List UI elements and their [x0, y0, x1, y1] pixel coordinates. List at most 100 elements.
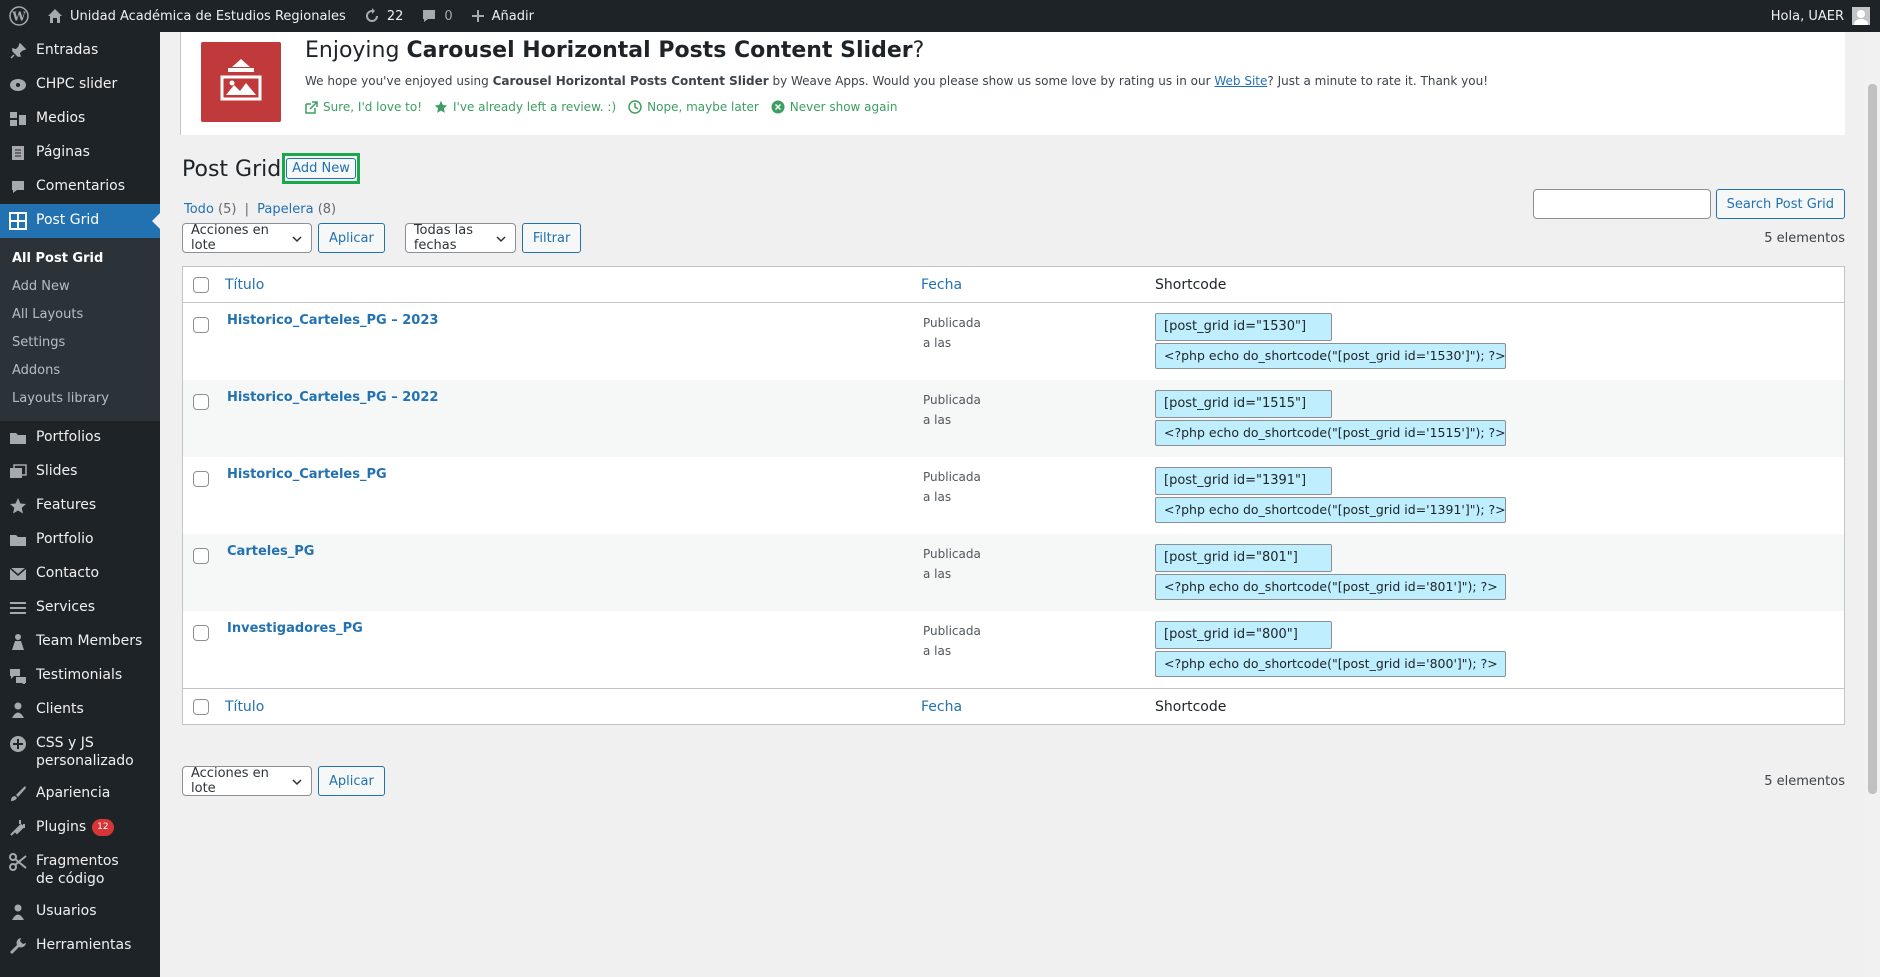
sidebar-item-css-js[interactable]: CSS y JS personalizado	[0, 727, 160, 777]
sidebar-item-entradas[interactable]: Entradas	[0, 34, 160, 68]
sidebar-item-herramientas[interactable]: Herramientas	[0, 929, 160, 963]
filter-trash-link[interactable]: Papelera	[257, 202, 313, 217]
updates-link[interactable]: 22	[355, 0, 413, 32]
php-shortcode-field[interactable]: <?php echo do_shortcode("[post_grid id='…	[1155, 343, 1506, 369]
row-checkbox[interactable]	[193, 317, 209, 333]
sidebar-item-clients[interactable]: Clients	[0, 693, 160, 727]
date-filter-select[interactable]: Todas las fechas	[404, 223, 516, 253]
filter-button[interactable]: Filtrar	[521, 223, 582, 253]
site-name: Unidad Académica de Estudios Regionales	[70, 8, 346, 24]
php-shortcode-field[interactable]: <?php echo do_shortcode("[post_grid id='…	[1155, 574, 1506, 600]
sidebar-item-contacto[interactable]: Contacto	[0, 557, 160, 591]
shortcode-field[interactable]: [post_grid id="1530"]	[1155, 313, 1332, 341]
shortcode-field[interactable]: [post_grid id="801"]	[1155, 544, 1332, 572]
bulk-actions-select-bottom[interactable]: Acciones en lote	[182, 766, 312, 796]
site-name-link[interactable]: Unidad Académica de Estudios Regionales	[38, 0, 355, 32]
sidebar-item-label: Apariencia	[36, 785, 111, 801]
submenu-settings[interactable]: Settings	[0, 329, 160, 357]
sidebar-item-portfolio[interactable]: Portfolio	[0, 523, 160, 557]
scrollbar-thumb[interactable]	[1868, 84, 1877, 794]
sidebar-item-post-grid[interactable]: Post Grid	[0, 204, 160, 238]
scissors-icon	[8, 852, 28, 872]
sidebar-item-label: Clients	[36, 701, 84, 717]
plus-circle-icon	[8, 734, 28, 754]
sidebar-item-fragmentos[interactable]: Fragmentos de código	[0, 845, 160, 895]
sidebar-item-apariencia[interactable]: Apariencia	[0, 777, 160, 811]
sidebar-item-usuarios[interactable]: Usuarios	[0, 895, 160, 929]
items-count: 5 elementos	[1764, 230, 1845, 246]
post-title-link[interactable]: Historico_Carteles_PG – 2022	[227, 390, 438, 405]
sort-title-link[interactable]: Título	[225, 277, 264, 293]
sidebar-item-label: CHPC slider	[36, 76, 118, 92]
post-title-link[interactable]: Investigadores_PG	[227, 621, 363, 636]
main-content: Enjoying Carousel Horizontal Posts Conte…	[160, 32, 1865, 977]
page-title: Post Grid	[182, 157, 282, 182]
sort-date-link[interactable]: Fecha	[921, 699, 962, 715]
sidebar-item-label: Comentarios	[36, 178, 126, 194]
rate-now-link[interactable]: Sure, I'd love to!	[305, 100, 422, 114]
table-row: Historico_Carteles_PG – 2023 Publicada a …	[183, 303, 1844, 380]
shortcode-field[interactable]: [post_grid id="1515"]	[1155, 390, 1332, 418]
shortcode-field[interactable]: [post_grid id="1391"]	[1155, 467, 1332, 495]
row-checkbox[interactable]	[193, 548, 209, 564]
plugin-logo	[201, 42, 281, 122]
row-checkbox[interactable]	[193, 471, 209, 487]
submenu-add-new[interactable]: Add New	[0, 273, 160, 301]
page-scrollbar[interactable]	[1865, 32, 1880, 977]
php-shortcode-field[interactable]: <?php echo do_shortcode("[post_grid id='…	[1155, 420, 1506, 446]
comments-count: 0	[444, 8, 453, 24]
new-content-link[interactable]: Añadir	[462, 0, 543, 32]
sidebar-item-team-members[interactable]: Team Members	[0, 625, 160, 659]
sidebar-item-features[interactable]: Features	[0, 489, 160, 523]
person-icon	[8, 632, 28, 652]
add-new-button[interactable]: Add New	[286, 158, 356, 179]
submenu-all-post-grid[interactable]: All Post Grid	[0, 245, 160, 273]
select-all-checkbox-bottom[interactable]	[193, 698, 209, 715]
submenu-all-layouts[interactable]: All Layouts	[0, 301, 160, 329]
sort-date-link[interactable]: Fecha	[921, 277, 962, 293]
row-checkbox[interactable]	[193, 625, 209, 641]
submenu-addons[interactable]: Addons	[0, 357, 160, 385]
post-title-link[interactable]: Carteles_PG	[227, 544, 314, 559]
apply-button-bottom[interactable]: Aplicar	[318, 766, 385, 796]
notice-text: We hope you've enjoyed using Carousel Ho…	[305, 74, 1489, 88]
wordpress-logo-icon[interactable]: W	[0, 0, 38, 32]
sidebar-item-slides[interactable]: Slides	[0, 455, 160, 489]
maybe-later-link[interactable]: Nope, maybe later	[628, 100, 759, 114]
avatar	[1852, 7, 1870, 25]
search-button[interactable]: Search Post Grid	[1715, 189, 1845, 219]
sidebar-item-chpc-slider[interactable]: CHPC slider	[0, 68, 160, 102]
sidebar-item-services[interactable]: Services	[0, 591, 160, 625]
sidebar-item-paginas[interactable]: Páginas	[0, 136, 160, 170]
sidebar-item-portfolios[interactable]: Portfolios	[0, 421, 160, 455]
search-input[interactable]	[1532, 189, 1711, 219]
sidebar-item-medios[interactable]: Medios	[0, 102, 160, 136]
post-title-link[interactable]: Historico_Carteles_PG – 2023	[227, 313, 438, 328]
submenu-layouts-library[interactable]: Layouts library	[0, 385, 160, 413]
sidebar-item-testimonials[interactable]: Testimonials	[0, 659, 160, 693]
bulk-actions-select[interactable]: Acciones en lote	[182, 223, 312, 253]
shortcode-field[interactable]: [post_grid id="800"]	[1155, 621, 1332, 649]
post-date: Publicada a las	[923, 470, 981, 504]
row-checkbox[interactable]	[193, 394, 209, 410]
grid-icon	[8, 211, 28, 231]
never-show-link[interactable]: Never show again	[771, 100, 897, 114]
account-menu[interactable]: Hola, UAER	[1771, 7, 1880, 25]
php-shortcode-field[interactable]: <?php echo do_shortcode("[post_grid id='…	[1155, 651, 1506, 677]
apply-button[interactable]: Aplicar	[318, 223, 385, 253]
post-title-link[interactable]: Historico_Carteles_PG	[227, 467, 387, 482]
already-reviewed-link[interactable]: I've already left a review. :)	[434, 100, 616, 114]
sidebar-item-label: Portfolios	[36, 429, 101, 445]
sidebar-item-comentarios[interactable]: Comentarios	[0, 170, 160, 204]
sort-title-link[interactable]: Título	[225, 699, 264, 715]
sidebar-item-plugins[interactable]: Plugins 12	[0, 811, 160, 845]
select-all-checkbox[interactable]	[193, 276, 209, 293]
sidebar-item-label: Plugins 12	[36, 818, 114, 836]
php-shortcode-field[interactable]: <?php echo do_shortcode("[post_grid id='…	[1155, 497, 1506, 523]
website-link[interactable]: Web Site	[1214, 74, 1267, 88]
sidebar-item-label: Features	[36, 497, 97, 513]
filter-all-link[interactable]: Todo	[184, 202, 214, 217]
post-date: Publicada a las	[923, 316, 981, 350]
post-date: Publicada a las	[923, 393, 981, 427]
comments-link[interactable]: 0	[412, 0, 461, 32]
